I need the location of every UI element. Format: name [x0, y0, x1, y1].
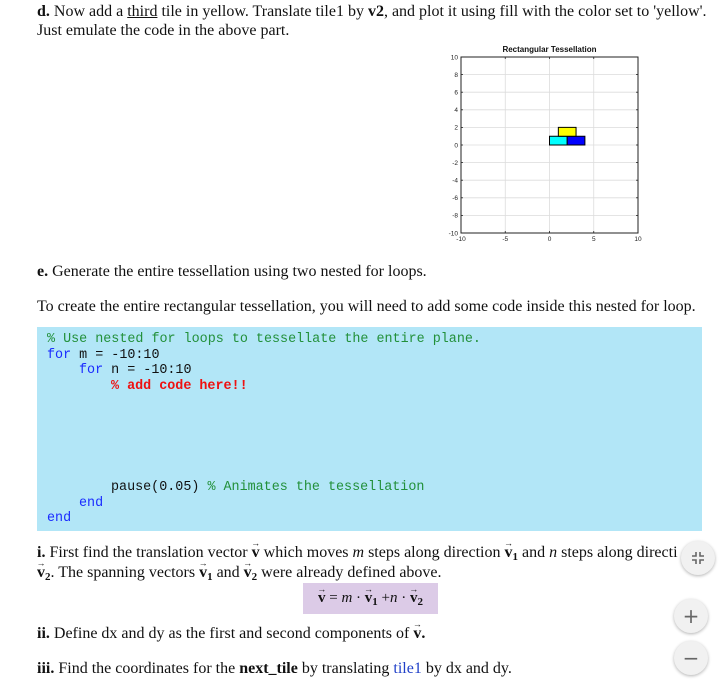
vector-v: v — [318, 583, 326, 614]
pause-call: pause(0.05) — [111, 480, 208, 495]
dot: · — [397, 590, 411, 606]
code-comment: % Animates the tessellation — [207, 480, 425, 495]
ticks: -10 -5 0 5 10-10-8-6-4-20246810 — [449, 54, 642, 243]
keyword-for: for — [79, 363, 104, 378]
vector-v: v — [252, 543, 260, 562]
step-text: and — [518, 544, 550, 561]
y-tick-label: -4 — [452, 178, 458, 185]
var-n: n — [549, 544, 558, 561]
part-d-line1: d. Now add a third tile in yellow. Trans… — [37, 2, 707, 21]
step-text: Define dx and dy as the first and second… — [49, 625, 414, 642]
subscript: 2 — [417, 596, 424, 608]
x-tick-label: 0 — [548, 236, 552, 243]
y-tick-label: -10 — [449, 230, 459, 237]
bold-v2: v2 — [367, 3, 384, 20]
y-tick-label: -8 — [452, 213, 458, 220]
n-range: n = -10:10 — [103, 363, 192, 378]
step-text: steps along direction — [364, 544, 505, 561]
plus-icon: + — [682, 604, 700, 628]
tile3-fill — [557, 126, 577, 137]
vector-v2: v — [244, 563, 252, 582]
period: . — [421, 625, 426, 642]
vector-v1: v — [199, 563, 207, 582]
var-m: m — [352, 544, 365, 561]
subscript: 1 — [372, 596, 378, 608]
part-d-text: tile in yellow. Translate tile1 by — [157, 3, 368, 20]
part-d-text: , and plot it using fill with the color … — [383, 3, 707, 20]
exit-fullscreen-icon — [692, 552, 704, 564]
code-block: % Use nested for loops to tessellate the… — [37, 327, 702, 531]
code-line-inner-end: end — [79, 496, 103, 512]
step-text: by dx and dy. — [421, 660, 512, 677]
step-ii-label: ii. — [37, 625, 50, 642]
minus-icon: − — [682, 646, 700, 670]
plus: + — [381, 590, 391, 606]
vector-v1: v — [505, 543, 513, 562]
vector-v: v — [413, 624, 421, 643]
step-text: and — [212, 564, 244, 581]
step-iii-label: iii. — [37, 660, 55, 677]
zoom-in-button[interactable]: + — [674, 599, 708, 633]
y-tick-label: -6 — [452, 195, 458, 202]
translation-formula: v = m · v1 +n · v2 — [303, 583, 438, 614]
tiles — [549, 126, 586, 146]
y-tick-label: 0 — [454, 142, 458, 149]
step-text: First find the translation vector — [45, 544, 252, 561]
part-e-instruction: To create the entire rectangular tessell… — [37, 298, 696, 315]
code-line-pause: pause(0.05) % Animates the tessellation — [111, 480, 424, 496]
keyword-for: for — [47, 347, 72, 363]
part-d-label: d. — [37, 3, 50, 20]
exit-fullscreen-button[interactable] — [681, 541, 715, 575]
y-tick-label: 8 — [454, 72, 458, 79]
y-tick-label: 10 — [451, 54, 459, 61]
tile1-term: tile1 — [393, 660, 422, 677]
step-text: by translating — [297, 660, 394, 677]
x-tick-label: 5 — [592, 236, 596, 243]
step-text: which moves — [259, 544, 353, 561]
y-tick-label: 6 — [454, 90, 458, 97]
code-line-outer-end: end — [47, 511, 71, 527]
tile2-fill — [566, 135, 586, 146]
vector-v2: v — [410, 583, 418, 614]
zoom-out-button[interactable]: − — [674, 641, 708, 675]
keyword-end: end — [79, 495, 104, 511]
step-ii: ii. Define dx and dy as the first and se… — [37, 624, 425, 643]
step-iii: iii. Find the coordinates for the next_t… — [37, 659, 512, 678]
code-line-comment: % Use nested for loops to tessellate the… — [47, 332, 481, 348]
dot: · — [352, 590, 365, 606]
tessellation-chart: -10 -5 0 5 10-10-8-6-4-20246810 Rectangular … — [449, 45, 642, 243]
var-m: m — [341, 590, 353, 606]
code-line-todo: % add code here!! — [111, 379, 248, 395]
part-d-line2: Just emulate the code in the above part. — [37, 22, 290, 39]
keyword-end: end — [47, 511, 72, 526]
x-tick-label: 10 — [634, 236, 642, 243]
y-tick-label: 4 — [454, 107, 458, 114]
vector-v2: v — [37, 563, 45, 582]
code-comment: % Use nested for loops to tessellate the… — [47, 332, 481, 347]
x-tick-label: -5 — [502, 236, 508, 243]
chart-title: Rectangular Tessellation — [502, 45, 596, 54]
code-line-outer-for: for m = -10:10 — [47, 348, 160, 364]
m-range: m = -10:10 — [71, 347, 160, 363]
y-tick-label: -2 — [452, 160, 458, 167]
underlined-third: third — [127, 3, 158, 20]
var-n: n — [390, 590, 398, 606]
tile1-fill — [549, 135, 568, 146]
y-tick-label: 2 — [454, 125, 458, 132]
equals: = — [325, 590, 342, 606]
vector-v1: v — [365, 583, 373, 614]
step-text: . The spanning vectors — [50, 564, 200, 581]
part-e-text: Generate the entire tessellation using t… — [48, 263, 427, 280]
part-e-heading: e. Generate the entire tessellation usin… — [37, 262, 427, 281]
todo-comment: % add code here!! — [111, 378, 248, 394]
code-line-inner-for: for n = -10:10 — [79, 363, 192, 379]
step-text: Find the coordinates for the — [54, 660, 240, 677]
step-text: steps along directi — [557, 544, 678, 561]
next-tile-term: next_tile — [239, 660, 298, 677]
part-e-label: e. — [37, 263, 49, 280]
part-d-text: Now add a — [49, 3, 128, 20]
